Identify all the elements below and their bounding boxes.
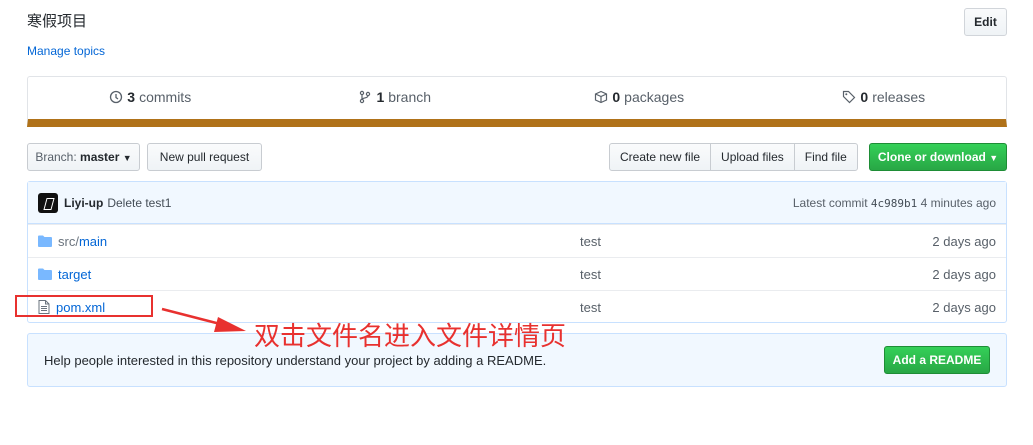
repo-description: 寒假项目 — [27, 13, 88, 30]
chevron-down-icon: ▼ — [122, 153, 132, 163]
packages-label: packages — [624, 89, 685, 105]
branch-select-button[interactable]: Branch: master ▼ — [27, 143, 140, 171]
branch-icon — [360, 90, 371, 104]
packages-count: 0 — [612, 89, 621, 105]
releases-stat[interactable]: 0 releases — [762, 77, 1007, 119]
file-age: 2 days ago — [932, 233, 996, 249]
readme-prompt-text: Help people interested in this repositor… — [44, 352, 547, 368]
branch-count: 1 — [376, 89, 385, 105]
branch-prefix: Branch: — [35, 150, 77, 164]
manage-topics-link[interactable]: Manage topics — [27, 44, 105, 58]
table-row: target test 2 days ago — [28, 257, 1006, 290]
file-commit-message[interactable]: test — [580, 234, 601, 249]
commit-age: 4 minutes ago — [920, 195, 996, 210]
history-icon — [110, 90, 123, 104]
file-list: Liyi-up Delete test1 Latest commit 4c989… — [27, 181, 1007, 323]
folder-icon — [38, 235, 52, 247]
folder-icon — [38, 268, 52, 280]
find-file-button[interactable]: Find file — [793, 143, 858, 171]
upload-files-button[interactable]: Upload files — [710, 143, 795, 171]
commit-author[interactable]: Liyi-up — [64, 196, 103, 210]
edit-button[interactable]: Edit — [964, 8, 1007, 36]
releases-count: 0 — [860, 89, 869, 105]
commit-sha[interactable]: 4c989b1 — [871, 197, 917, 210]
file-name: main — [78, 233, 108, 249]
create-new-file-button[interactable]: Create new file — [609, 143, 712, 171]
path-prefix: src/ — [58, 233, 79, 249]
package-icon — [595, 90, 608, 104]
branch-name: master — [80, 150, 120, 164]
latest-commit-label: Latest commit — [792, 195, 868, 210]
tag-icon — [843, 90, 856, 104]
table-row: src/main test 2 days ago — [28, 224, 1006, 257]
latest-commit-bar: Liyi-up Delete test1 Latest commit 4c989… — [28, 182, 1006, 224]
clone-label: Clone or download — [877, 150, 986, 164]
file-name-link[interactable]: target — [38, 267, 91, 282]
clone-or-download-button[interactable]: Clone or download ▼ — [869, 143, 1007, 171]
new-pull-request-button[interactable]: New pull request — [147, 143, 262, 171]
file-age: 2 days ago — [932, 299, 996, 315]
latest-commit-info: Latest commit 4c989b1 4 minutes ago — [793, 196, 996, 210]
commits-label: commits — [139, 89, 192, 105]
repo-stats-bar: 3 commits 1 branch 0 packages 0 releases — [27, 76, 1007, 127]
arrow-icon — [161, 307, 246, 332]
file-name: target — [58, 266, 92, 282]
file-actions-group: Create new file Upload files Find file — [609, 143, 858, 171]
file-name-link[interactable]: src/main — [38, 234, 107, 249]
branch-stat[interactable]: 1 branch — [273, 77, 518, 119]
commits-stat[interactable]: 3 commits — [28, 77, 273, 119]
commits-count: 3 — [127, 89, 136, 105]
branch-label: branch — [388, 89, 432, 105]
annotation-text: 双击文件名进入文件详情页 — [254, 322, 567, 352]
chevron-down-icon: ▼ — [989, 153, 999, 163]
file-age: 2 days ago — [932, 266, 996, 282]
packages-stat[interactable]: 0 packages — [517, 77, 762, 119]
add-readme-button[interactable]: Add a README — [884, 346, 990, 374]
avatar[interactable] — [38, 192, 58, 213]
file-commit-message[interactable]: test — [580, 300, 601, 315]
releases-label: releases — [872, 89, 926, 105]
file-commit-message[interactable]: test — [580, 267, 601, 282]
commit-message[interactable]: Delete test1 — [107, 196, 171, 210]
highlight-box — [15, 295, 153, 317]
